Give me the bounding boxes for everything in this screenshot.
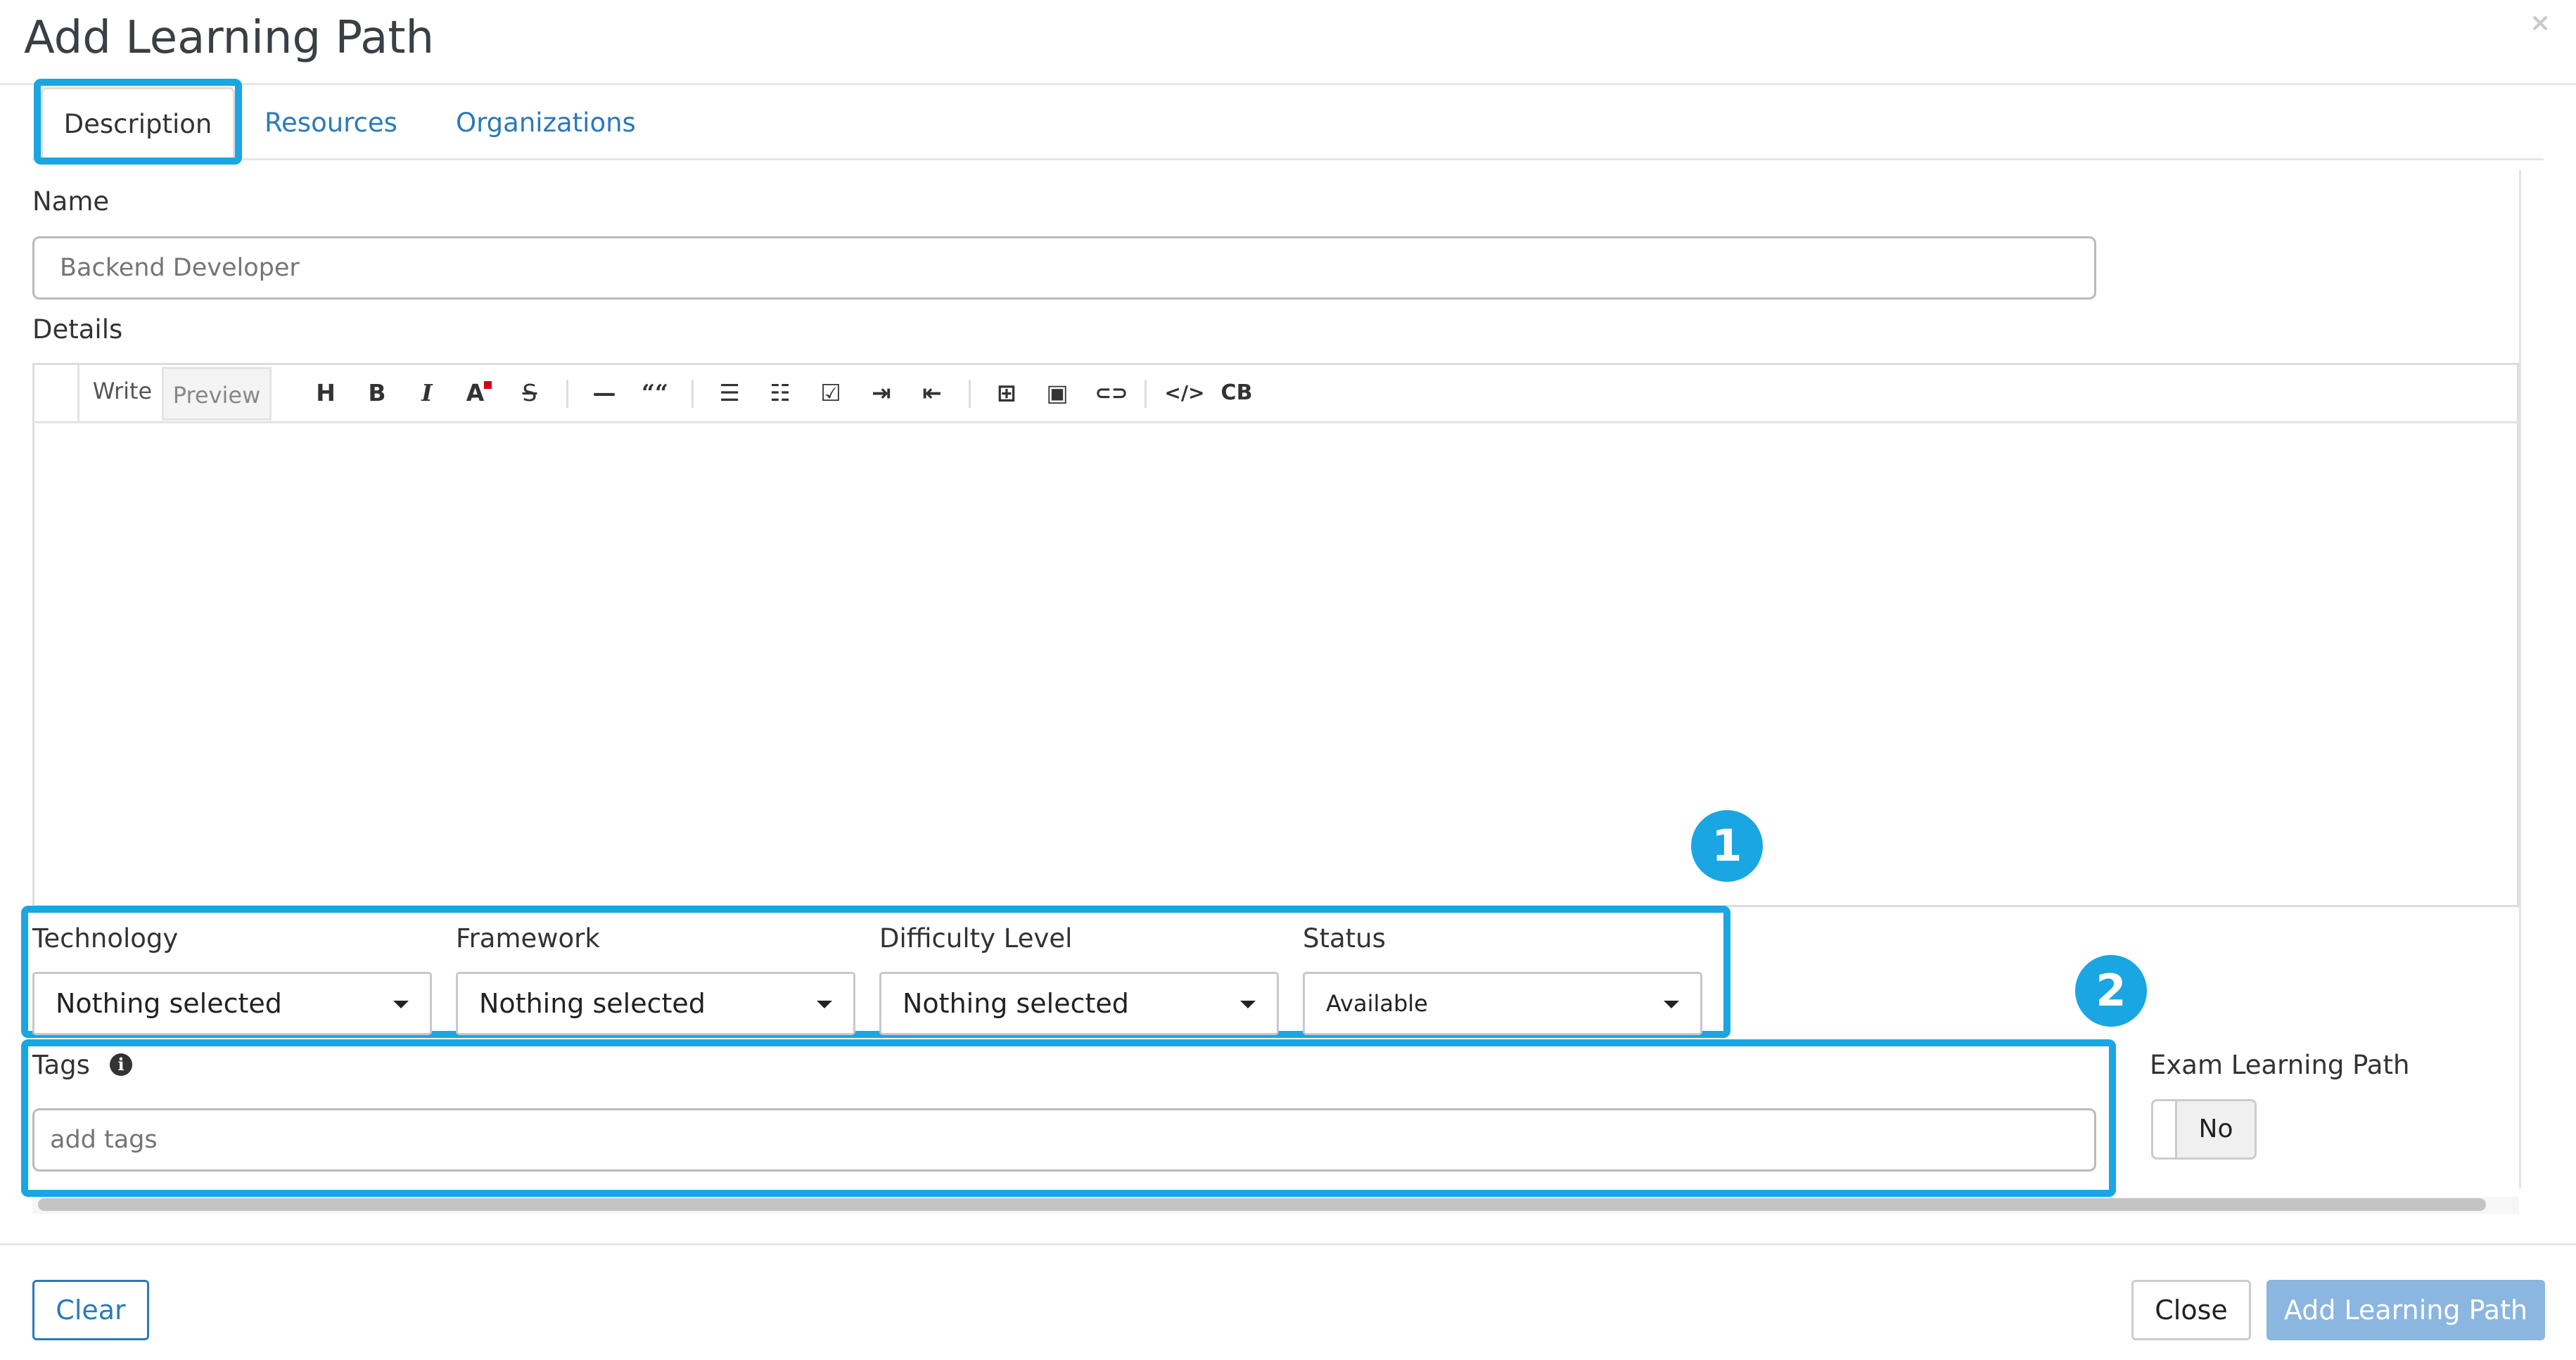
footer-divider xyxy=(0,1243,2576,1245)
status-label: Status xyxy=(1303,923,1386,954)
code-block-icon[interactable]: CB xyxy=(1216,376,1258,411)
horizontal-scrollbar-thumb[interactable] xyxy=(38,1198,2486,1211)
indent-icon[interactable]: ⇥ xyxy=(864,376,899,411)
exam-toggle[interactable]: No xyxy=(2151,1099,2257,1160)
code-icon[interactable]: </> xyxy=(1162,376,1207,411)
header-divider xyxy=(0,83,2576,85)
framework-select[interactable]: Nothing selected xyxy=(456,972,855,1035)
dialog-title: Add Learning Path xyxy=(24,12,435,64)
clear-button[interactable]: Clear xyxy=(32,1280,149,1340)
quote-icon[interactable]: ““ xyxy=(637,376,672,411)
name-input[interactable] xyxy=(32,236,2096,300)
exam-label: Exam Learning Path xyxy=(2150,1050,2410,1080)
add-learning-path-button[interactable]: Add Learning Path xyxy=(2266,1280,2545,1340)
italic-icon[interactable]: I xyxy=(409,376,445,411)
editor-tab-preview[interactable]: Preview xyxy=(162,367,272,421)
strikethrough-icon[interactable]: S xyxy=(512,376,547,411)
table-icon[interactable]: ⊞ xyxy=(989,376,1024,411)
framework-label: Framework xyxy=(456,923,600,954)
numbered-list-icon[interactable]: ☷ xyxy=(763,376,798,411)
bullet-list-icon[interactable]: ☰ xyxy=(712,376,747,411)
bold-icon[interactable]: B xyxy=(359,376,395,411)
link-icon[interactable]: ⊂⊃ xyxy=(1090,376,1133,411)
tags-label: Tags xyxy=(32,1050,90,1080)
tab-resources[interactable]: Resources xyxy=(264,91,397,155)
difficulty-select[interactable]: Nothing selected xyxy=(879,972,1279,1035)
toggle-value: No xyxy=(2198,1115,2233,1143)
editor-tab-write[interactable]: Write xyxy=(83,365,162,421)
close-button[interactable]: Close xyxy=(2131,1280,2251,1340)
chevron-down-icon xyxy=(817,1001,832,1008)
technology-label: Technology xyxy=(32,923,179,954)
status-select[interactable]: Available xyxy=(1303,972,1702,1035)
close-icon[interactable]: × xyxy=(2530,6,2551,41)
text-color-icon[interactable]: A xyxy=(461,376,497,411)
tab-organizations[interactable]: Organizations xyxy=(456,91,636,155)
technology-select[interactable]: Nothing selected xyxy=(32,972,432,1035)
panel-right-border xyxy=(2519,170,2521,1188)
heading-icon[interactable]: H xyxy=(308,376,343,411)
tags-input[interactable] xyxy=(32,1108,2096,1172)
chevron-down-icon xyxy=(1240,1001,1256,1008)
details-label: Details xyxy=(32,314,123,345)
markdown-editor[interactable] xyxy=(32,363,2519,907)
info-icon[interactable]: i xyxy=(110,1053,132,1076)
horizontal-rule-icon[interactable]: — xyxy=(587,376,622,411)
chevron-down-icon xyxy=(393,1001,409,1008)
callout-badge-1: 1 xyxy=(1691,810,1763,882)
difficulty-label: Difficulty Level xyxy=(879,923,1073,954)
highlight-tab-description xyxy=(34,79,242,165)
name-label: Name xyxy=(32,186,110,217)
callout-badge-2: 2 xyxy=(2075,955,2147,1027)
chevron-down-icon xyxy=(1664,1001,1679,1008)
toggle-handle xyxy=(2153,1101,2177,1157)
outdent-icon[interactable]: ⇤ xyxy=(914,376,950,411)
image-icon[interactable]: ▣ xyxy=(1040,376,1075,411)
tabs-underline xyxy=(32,158,2544,160)
editor-toolbar xyxy=(32,363,2519,423)
task-list-icon[interactable]: ☑ xyxy=(813,376,848,411)
